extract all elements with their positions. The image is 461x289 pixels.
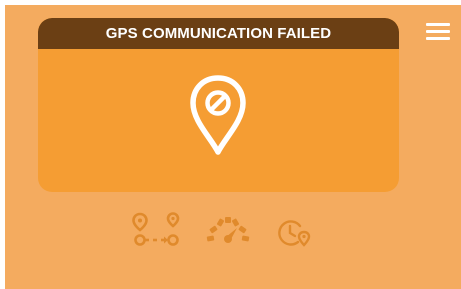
speedometer-icon [206,217,250,243]
app-screen: GPS COMMUNICATION FAILED [5,5,461,289]
alert-title: GPS COMMUNICATION FAILED [105,25,332,42]
route-icon [132,212,180,246]
location-pin-blocked-icon [190,75,246,155]
history-location-icon [278,220,311,247]
menu-button[interactable] [425,20,451,42]
route-button[interactable] [131,212,181,248]
speedometer-button[interactable] [205,215,251,247]
alert-header: GPS COMMUNICATION FAILED [38,18,399,49]
gps-alert-card: GPS COMMUNICATION FAILED [38,18,399,192]
history-button[interactable] [278,218,312,250]
